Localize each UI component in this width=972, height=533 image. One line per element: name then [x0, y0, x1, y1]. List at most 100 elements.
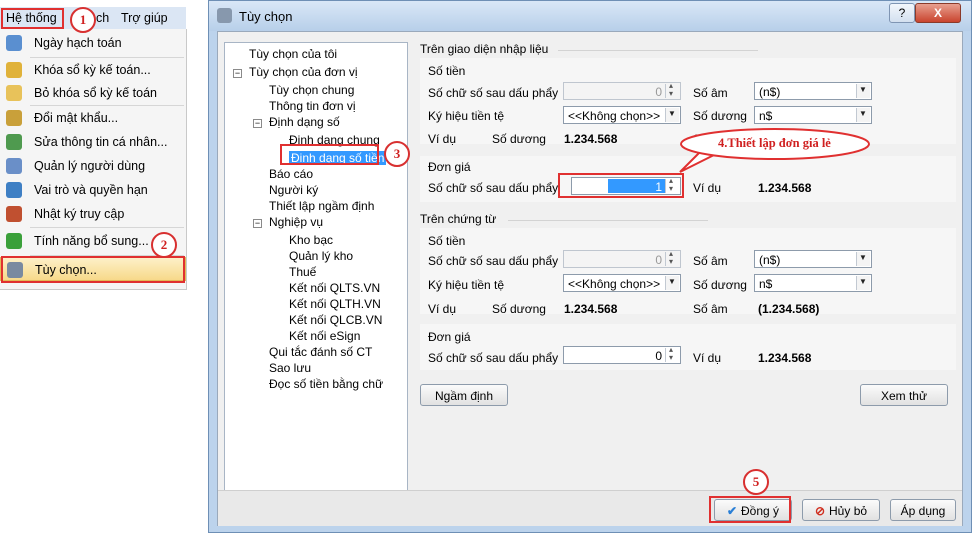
collapse-icon[interactable]: − [253, 219, 262, 228]
options-tree: Tùy chọn của tôi − Tùy chọn của đơn vị T… [224, 42, 408, 518]
preview-button[interactable]: Xem thử [860, 384, 948, 406]
tree-item-qlth[interactable]: Kết nối QLTH.VN [289, 297, 381, 311]
tree-item-defaults[interactable]: Thiết lập ngầm định [269, 199, 374, 213]
voucher-example-positive-label: Số dương [492, 302, 546, 316]
chevron-down-icon [856, 276, 870, 290]
menu-separator [30, 227, 184, 228]
entry-example-label: Ví dụ [428, 132, 457, 146]
voucher-unit-decimals-label: Số chữ số sau dấu phẩy [428, 351, 559, 365]
tree-item-esign[interactable]: Kết nối eSign [289, 329, 360, 343]
entry-decimals-stepper[interactable]: 0 [563, 81, 681, 100]
section-divider [508, 220, 708, 221]
unlock-icon [6, 85, 22, 101]
highlight-ok [709, 496, 791, 523]
cancel-icon: ⊘ [814, 504, 826, 518]
menu-item-roles[interactable]: Vai trò và quyền hạn [0, 178, 186, 202]
section-divider [558, 50, 758, 51]
dialog-client: Tùy chọn của tôi − Tùy chọn của đơn vị T… [217, 31, 963, 526]
tree-item-inventory[interactable]: Quản lý kho [289, 249, 353, 263]
voucher-example-label: Ví dụ [428, 302, 457, 316]
tree-item-general[interactable]: Tùy chọn chung [269, 83, 354, 97]
voucher-example-negative-value: (1.234.568) [758, 302, 820, 316]
dialog-titlebar[interactable]: Tùy chọn ? X [209, 1, 971, 31]
step-1-marker: 1 [70, 7, 96, 33]
entry-amount-group-label: Số tiền [428, 64, 466, 78]
menu-item-manage-users[interactable]: Quản lý người dùng [0, 154, 186, 178]
step-4-callout: 4.Thiết lập đơn giá lẻ [718, 136, 831, 150]
menu-item-change-password[interactable]: Đổi mật khẩu... [0, 106, 186, 130]
tree-item-qlts[interactable]: Kết nối QLTS.VN [289, 281, 380, 295]
menu-tro-giup[interactable]: Trợ giúp [121, 11, 168, 25]
tree-item-my-options[interactable]: Tùy chọn của tôi [249, 47, 337, 61]
highlight-options [1, 256, 185, 283]
entry-unit-price-group-label: Đơn giá [428, 160, 471, 174]
calendar-icon [6, 35, 22, 51]
voucher-unit-decimals-stepper[interactable]: 0 [563, 345, 681, 364]
tree-item-unit-info[interactable]: Thông tin đơn vị [269, 99, 356, 113]
users-icon [6, 158, 22, 174]
voucher-amount-group-label: Số tiền [428, 234, 466, 248]
entry-negative-label: Số âm [693, 86, 728, 100]
collapse-icon[interactable]: − [253, 119, 262, 128]
voucher-negative-select[interactable]: (n$) [754, 250, 872, 268]
step-3-marker: 3 [384, 141, 410, 167]
entry-example-positive-label: Số dương [492, 132, 546, 146]
tree-item-qlcb[interactable]: Kết nối QLCB.VN [289, 313, 382, 327]
highlight-he-thong [1, 8, 64, 29]
chevron-down-icon [665, 276, 679, 290]
entry-example-positive-value: 1.234.568 [564, 132, 618, 146]
collapse-icon[interactable]: − [233, 69, 242, 78]
chevron-down-icon [856, 108, 870, 122]
step-2-marker: 2 [151, 232, 177, 258]
menu-item-unlock-period[interactable]: Bỏ khóa sổ kỳ kế toán [0, 81, 186, 105]
callout-arrow [679, 128, 870, 173]
voucher-decimals-stepper[interactable]: 0 [563, 249, 681, 268]
tree-item-numbering[interactable]: Qui tắc đánh số CT [269, 345, 372, 359]
cancel-button[interactable]: ⊘ Hủy bỏ [802, 499, 880, 521]
chevron-down-icon [856, 84, 870, 98]
tree-item-treasury[interactable]: Kho bạc [289, 233, 333, 247]
voucher-positive-label: Số dương [693, 278, 747, 292]
tree-item-tax[interactable]: Thuế [289, 265, 316, 279]
voucher-symbol-label: Ký hiệu tiền tệ [428, 278, 505, 292]
entry-symbol-label: Ký hiệu tiền tệ [428, 109, 505, 123]
voucher-symbol-select[interactable]: <<Không chọn>> [563, 274, 681, 292]
voucher-example-positive-value: 1.234.568 [564, 302, 618, 316]
voucher-unit-example-label: Ví dụ [693, 351, 722, 365]
voucher-positive-select[interactable]: n$ [754, 274, 872, 292]
help-button[interactable]: ? [889, 3, 915, 23]
dialog-footer: ✔ Đồng ý ⊘ Hủy bỏ Áp dụng [218, 490, 962, 526]
entry-negative-select[interactable]: (n$) [754, 82, 872, 100]
menu-item-lock-period[interactable]: Khóa sổ kỳ kế toán... [0, 58, 186, 82]
menu-item-access-log[interactable]: Nhật ký truy cập [0, 202, 186, 226]
chevron-down-icon [665, 108, 679, 122]
highlight-format-money [280, 144, 379, 165]
tree-item-backup[interactable]: Sao lưu [269, 361, 311, 375]
menu-item-edit-profile[interactable]: Sửa thông tin cá nhân... [0, 130, 186, 154]
voucher-unit-example-value: 1.234.568 [758, 351, 812, 365]
tree-item-reports[interactable]: Báo cáo [269, 167, 313, 181]
entry-decimals-label: Số chữ số sau dấu phẩy [428, 86, 559, 100]
lock-icon [6, 62, 22, 78]
tree-item-signer[interactable]: Người ký [269, 183, 318, 197]
entry-positive-select[interactable]: n$ [754, 106, 872, 124]
voucher-decimals-label: Số chữ số sau dấu phẩy [428, 254, 559, 268]
chevron-down-icon [856, 252, 870, 266]
apply-button[interactable]: Áp dụng [890, 499, 956, 521]
entry-unit-decimals-label: Số chữ số sau dấu phẩy [428, 181, 559, 195]
options-dialog: Tùy chọn ? X Tùy chọn của tôi − Tùy chọn… [208, 0, 972, 533]
entry-positive-label: Số dương [693, 109, 747, 123]
entry-section-header: Trên giao diện nhập liệu [420, 42, 549, 56]
puzzle-icon [6, 233, 22, 249]
step-5-marker: 5 [743, 469, 769, 495]
close-button[interactable]: X [915, 3, 961, 23]
entry-symbol-select[interactable]: <<Không chọn>> [563, 106, 681, 124]
tree-item-number-format[interactable]: Định dạng số [269, 115, 340, 129]
menu-item-posting-date[interactable]: Ngày hạch toán [0, 31, 186, 55]
menu-truncated[interactable]: ch [96, 11, 109, 25]
tree-item-read-money[interactable]: Đọc số tiền bằng chữ [269, 377, 383, 391]
dialog-title: Tùy chọn [239, 9, 293, 24]
tree-item-unit-options[interactable]: Tùy chọn của đơn vị [249, 65, 358, 79]
defaults-button[interactable]: Ngầm định [420, 384, 508, 406]
tree-item-business[interactable]: Nghiệp vụ [269, 215, 323, 229]
